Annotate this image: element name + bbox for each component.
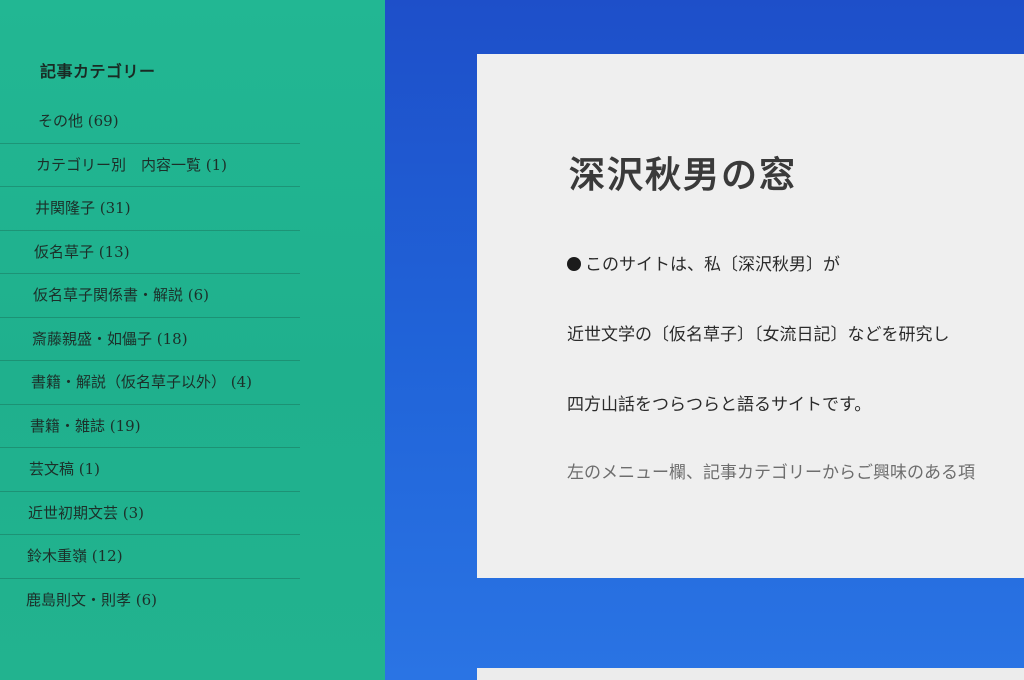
browser-viewport: 記事カテゴリー その他 (69) カテゴリー別 内容一覧 (1) 井関隆子 (3… (0, 0, 1024, 680)
category-link[interactable]: 書籍・解説（仮名草子以外） (4) (0, 361, 300, 405)
intro-card: 深沢秋男の窓 このサイトは、私〔深沢秋男〕が 近世文学の〔仮名草子〕〔女流日記〕… (477, 54, 1024, 578)
intro-paragraph: 近世文学の〔仮名草子〕〔女流日記〕などを研究し (567, 325, 950, 345)
category-list: その他 (69) カテゴリー別 内容一覧 (1) 井関隆子 (31) 仮名草子 … (0, 100, 300, 622)
sidebar: 記事カテゴリー その他 (69) カテゴリー別 内容一覧 (1) 井関隆子 (3… (0, 0, 385, 680)
main-area: 深沢秋男の窓 このサイトは、私〔深沢秋男〕が 近世文学の〔仮名草子〕〔女流日記〕… (385, 0, 1024, 680)
page-title: 深沢秋男の窓 (569, 154, 798, 196)
category-link[interactable]: 近世初期文芸 (3) (0, 492, 300, 535)
next-card (477, 668, 1024, 680)
category-link[interactable]: その他 (69) (0, 100, 300, 144)
category-link[interactable]: 鹿島則文・則孝 (6) (0, 579, 300, 623)
intro-paragraph: 四方山話をつらつらと語るサイトです。 (567, 395, 872, 415)
category-link[interactable]: 書籍・雑誌 (19) (0, 405, 300, 448)
category-link[interactable]: 斎藤親盛・如儡子 (18) (0, 318, 300, 361)
category-link[interactable]: 芸文稿 (1) (0, 448, 300, 492)
category-link[interactable]: 井関隆子 (31) (0, 187, 300, 231)
intro-text: このサイトは、私〔深沢秋男〕が (585, 255, 840, 275)
category-link[interactable]: 仮名草子 (13) (0, 231, 300, 274)
intro-paragraph: このサイトは、私〔深沢秋男〕が (567, 250, 840, 275)
bullet-icon (567, 257, 581, 271)
category-link[interactable]: 仮名草子関係書・解説 (6) (0, 274, 300, 318)
category-link[interactable]: 鈴木重嶺 (12) (0, 535, 300, 579)
intro-paragraph: 左のメニュー欄、記事カテゴリーからご興味のある項 (567, 463, 975, 483)
sidebar-title: 記事カテゴリー (40, 62, 156, 81)
category-link[interactable]: カテゴリー別 内容一覧 (1) (0, 144, 300, 187)
